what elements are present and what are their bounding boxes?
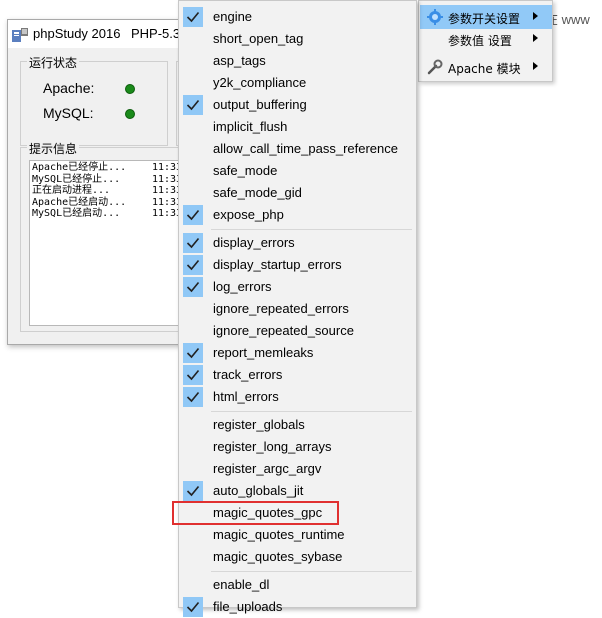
menu-item-label: implicit_flush — [213, 119, 288, 134]
checkmark-icon — [183, 255, 203, 275]
log-line: Apache已经启动... — [32, 196, 127, 208]
menu-item-label: y2k_compliance — [213, 75, 307, 90]
menu-item-label: display_errors — [213, 235, 295, 250]
checkmark-icon — [183, 7, 203, 27]
window-title: phpStudy 2016 — [33, 26, 121, 41]
menu-item-label: engine — [213, 9, 253, 24]
menu-item-short-open-tag[interactable]: short_open_tag — [181, 28, 414, 50]
menu-item-label: short_open_tag — [213, 31, 304, 46]
menu-item-label: auto_globals_jit — [213, 483, 304, 498]
checkmark-icon — [183, 365, 203, 385]
submenu-arrow-icon — [533, 12, 538, 20]
checkmark-icon — [183, 205, 203, 225]
menu-item-label: register_globals — [213, 417, 305, 432]
status-groupbox — [20, 61, 168, 146]
menu-item-log-errors[interactable]: log_errors — [181, 276, 414, 298]
checkmark-icon — [183, 95, 203, 115]
checkmark-icon — [183, 481, 203, 501]
menu-item-label: ignore_repeated_source — [213, 323, 354, 338]
menu-item-ignore-repeated-errors[interactable]: ignore_repeated_errors — [181, 298, 414, 320]
mysql-label: MySQL: — [43, 105, 94, 121]
menu-item-label: expose_php — [213, 207, 284, 222]
menu-item-label: safe_mode_gid — [213, 185, 302, 200]
submenu-arrow-icon — [533, 62, 538, 70]
highlight-annotation-box — [172, 501, 339, 525]
log-textbox[interactable]: Apache已经停止... 11:33 MySQL已经停止... 11:33 正在启动进… — [29, 160, 189, 326]
menu-item-label: file_uploads — [213, 599, 283, 614]
apache-label: Apache: — [43, 80, 95, 96]
log-line: 正在启动进程... — [32, 185, 111, 196]
parent-menu-item[interactable]: 参数开关设置 — [420, 5, 552, 29]
menu-separator — [211, 571, 412, 572]
checkmark-icon — [183, 597, 203, 617]
menu-item-label: output_buffering — [213, 97, 307, 112]
menu-item-track-errors[interactable]: track_errors — [181, 364, 414, 386]
menu-item-asp-tags[interactable]: asp_tags — [181, 50, 414, 72]
phpstudy-app-icon — [12, 28, 28, 43]
php-version-label: PHP-5.3. — [131, 26, 184, 41]
log-line: Apache已经停止... — [32, 162, 127, 173]
checkmark-icon — [183, 343, 203, 363]
apache-status-indicator — [125, 84, 135, 94]
menu-item-auto-globals-jit[interactable]: auto_globals_jit — [181, 480, 414, 502]
menu-item-label: magic_quotes_sybase — [213, 549, 343, 564]
submenu-arrow-icon — [533, 34, 538, 42]
menu-separator — [211, 411, 412, 412]
menu-item-label: enable_dl — [213, 577, 270, 592]
menu-item-expose-php[interactable]: expose_php — [181, 204, 414, 226]
log-line: MySQL已经停止... — [32, 173, 121, 185]
menu-item-file-uploads[interactable]: file_uploads — [181, 596, 414, 618]
menu-item-html-errors[interactable]: html_errors — [181, 386, 414, 408]
menu-item-label: register_argc_argv — [213, 461, 322, 476]
checkmark-icon — [183, 277, 203, 297]
wrench-icon — [427, 59, 443, 75]
menu-item-enable-dl[interactable]: enable_dl — [181, 574, 414, 596]
menu-item-magic-quotes-runtime[interactable]: magic_quotes_runtime — [181, 524, 414, 546]
menu-item-label: report_memleaks — [213, 345, 314, 360]
log-line: MySQL已经启动... — [32, 208, 121, 219]
parent-menu-item[interactable]: 参数值 设置 — [420, 27, 552, 51]
menu-item-output-buffering[interactable]: output_buffering — [181, 94, 414, 116]
menu-item-register-globals[interactable]: register_globals — [181, 414, 414, 436]
menu-item-report-memleaks[interactable]: report_memleaks — [181, 342, 414, 364]
menu-item-label: asp_tags — [213, 53, 266, 68]
menu-item-label: html_errors — [213, 389, 279, 404]
menu-item-label: allow_call_time_pass_reference — [213, 141, 398, 156]
menu-item-display-errors[interactable]: display_errors — [181, 232, 414, 254]
menu-item-label: safe_mode — [213, 163, 278, 178]
menu-item-safe-mode-gid[interactable]: safe_mode_gid — [181, 182, 414, 204]
checkmark-icon — [183, 387, 203, 407]
parent-context-menu: 参数开关设置 参数值 设置 Apache 模块 — [418, 0, 553, 82]
checkmark-icon — [183, 233, 203, 253]
menu-item-ignore-repeated-source[interactable]: ignore_repeated_source — [181, 320, 414, 342]
menu-item-display-startup-errors[interactable]: display_startup_errors — [181, 254, 414, 276]
menu-item-label: ignore_repeated_errors — [213, 301, 349, 316]
status-legend: 运行状态 — [27, 54, 80, 71]
menu-item-label: display_startup_errors — [213, 257, 342, 272]
menu-item-register-long-arrays[interactable]: register_long_arrays — [181, 436, 414, 458]
menu-item-engine[interactable]: engine — [181, 6, 414, 28]
menu-item-magic-quotes-sybase[interactable]: magic_quotes_sybase — [181, 546, 414, 568]
menu-item-safe-mode[interactable]: safe_mode — [181, 160, 414, 182]
menu-item-label: track_errors — [213, 367, 283, 382]
menu-separator — [211, 229, 412, 230]
log-legend: 提示信息 — [27, 140, 80, 157]
menu-item-label: log_errors — [213, 279, 272, 294]
mysql-status-indicator — [125, 109, 135, 119]
parent-menu-label: 参数值 设置 — [448, 34, 512, 48]
gear-icon — [427, 9, 443, 25]
parent-menu-item[interactable]: Apache 模块 — [420, 55, 552, 79]
parent-menu-label: Apache 模块 — [448, 62, 521, 76]
menu-item-y2k-compliance[interactable]: y2k_compliance — [181, 72, 414, 94]
menu-item-label: register_long_arrays — [213, 439, 332, 454]
menu-item-label: magic_quotes_runtime — [213, 527, 345, 542]
parent-menu-label: 参数开关设置 — [448, 12, 521, 26]
menu-item-implicit-flush[interactable]: implicit_flush — [181, 116, 414, 138]
menu-item-allow-call-time-pass-reference[interactable]: allow_call_time_pass_reference — [181, 138, 414, 160]
menu-item-register-argc-argv[interactable]: register_argc_argv — [181, 458, 414, 480]
